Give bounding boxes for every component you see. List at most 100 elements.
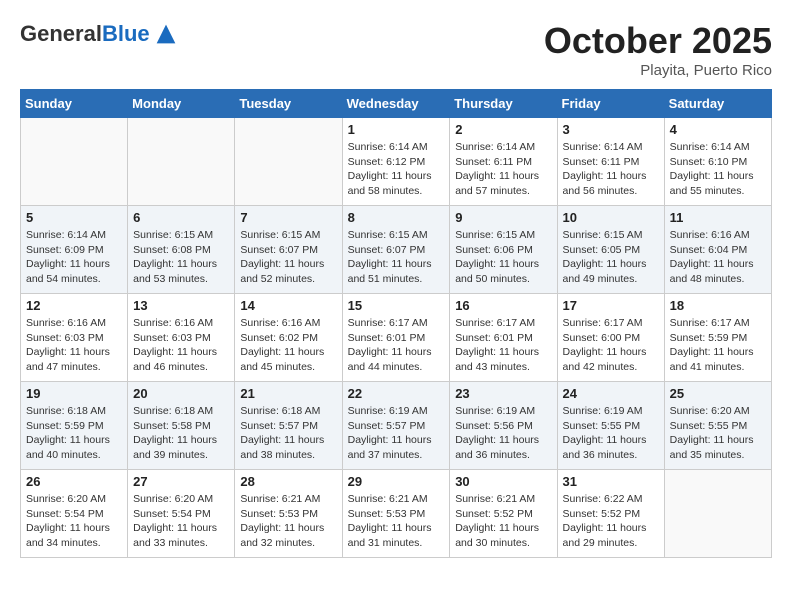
day-info: Sunrise: 6:21 AM Sunset: 5:52 PM Dayligh… — [455, 492, 551, 551]
day-info: Sunrise: 6:14 AM Sunset: 6:11 PM Dayligh… — [563, 140, 659, 199]
day-number: 5 — [26, 210, 122, 225]
calendar-cell: 25 Sunrise: 6:20 AM Sunset: 5:55 PM Dayli… — [664, 382, 771, 470]
day-number: 29 — [348, 474, 445, 489]
day-number: 15 — [348, 298, 445, 313]
weekday-header-wednesday: Wednesday — [342, 90, 450, 118]
day-number: 18 — [670, 298, 766, 313]
day-number: 7 — [240, 210, 336, 225]
calendar-cell: 12 Sunrise: 6:16 AM Sunset: 6:03 PM Dayli… — [21, 294, 128, 382]
day-number: 13 — [133, 298, 229, 313]
day-number: 27 — [133, 474, 229, 489]
day-info: Sunrise: 6:16 AM Sunset: 6:02 PM Dayligh… — [240, 316, 336, 375]
calendar-cell: 2 Sunrise: 6:14 AM Sunset: 6:11 PM Daylig… — [450, 118, 557, 206]
day-number: 14 — [240, 298, 336, 313]
day-info: Sunrise: 6:17 AM Sunset: 6:01 PM Dayligh… — [455, 316, 551, 375]
day-info: Sunrise: 6:15 AM Sunset: 6:06 PM Dayligh… — [455, 228, 551, 287]
day-number: 22 — [348, 386, 445, 401]
day-info: Sunrise: 6:14 AM Sunset: 6:10 PM Dayligh… — [670, 140, 766, 199]
day-info: Sunrise: 6:19 AM Sunset: 5:57 PM Dayligh… — [348, 404, 445, 463]
day-info: Sunrise: 6:16 AM Sunset: 6:04 PM Dayligh… — [670, 228, 766, 287]
day-number: 11 — [670, 210, 766, 225]
calendar-cell: 7 Sunrise: 6:15 AM Sunset: 6:07 PM Daylig… — [235, 206, 342, 294]
calendar-cell: 23 Sunrise: 6:19 AM Sunset: 5:56 PM Dayli… — [450, 382, 557, 470]
calendar-cell: 31 Sunrise: 6:22 AM Sunset: 5:52 PM Dayli… — [557, 470, 664, 558]
calendar-cell: 18Sunrise: 6:17 AM Sunset: 5:59 PM Dayli… — [664, 294, 771, 382]
day-number: 3 — [563, 122, 659, 137]
day-info: Sunrise: 6:15 AM Sunset: 6:07 PM Dayligh… — [348, 228, 445, 287]
day-number: 8 — [348, 210, 445, 225]
page-header: GeneralBlue October 2025 Playita, Puerto… — [20, 20, 772, 79]
day-info: Sunrise: 6:22 AM Sunset: 5:52 PM Dayligh… — [563, 492, 659, 551]
calendar-cell: 26Sunrise: 6:20 AM Sunset: 5:54 PM Dayli… — [21, 470, 128, 558]
calendar-cell: 13Sunrise: 6:16 AM Sunset: 6:03 PM Dayli… — [128, 294, 235, 382]
day-number: 6 — [133, 210, 229, 225]
day-info: Sunrise: 6:14 AM Sunset: 6:09 PM Dayligh… — [26, 228, 122, 287]
day-info: Sunrise: 6:15 AM Sunset: 6:05 PM Dayligh… — [563, 228, 659, 287]
weekday-header-tuesday: Tuesday — [235, 90, 342, 118]
calendar-cell — [128, 118, 235, 206]
calendar-cell: 29 Sunrise: 6:21 AM Sunset: 5:53 PM Dayli… — [342, 470, 450, 558]
logo-blue-text: Blue — [102, 21, 150, 46]
day-info: Sunrise: 6:16 AM Sunset: 6:03 PM Dayligh… — [26, 316, 122, 375]
calendar-week-row: 1 Sunrise: 6:14 AM Sunset: 6:12 PM Daylig… — [21, 118, 772, 206]
calendar-cell — [664, 470, 771, 558]
day-number: 12 — [26, 298, 122, 313]
calendar-cell: 8 Sunrise: 6:15 AM Sunset: 6:07 PM Daylig… — [342, 206, 450, 294]
logo-general-text: General — [20, 21, 102, 46]
day-info: Sunrise: 6:18 AM Sunset: 5:58 PM Dayligh… — [133, 404, 229, 463]
day-number: 20 — [133, 386, 229, 401]
day-info: Sunrise: 6:15 AM Sunset: 6:07 PM Dayligh… — [240, 228, 336, 287]
calendar-body: 1 Sunrise: 6:14 AM Sunset: 6:12 PM Daylig… — [21, 118, 772, 558]
calendar-cell: 21 Sunrise: 6:18 AM Sunset: 5:57 PM Dayli… — [235, 382, 342, 470]
day-info: Sunrise: 6:21 AM Sunset: 5:53 PM Dayligh… — [240, 492, 336, 551]
calendar-week-row: 12 Sunrise: 6:16 AM Sunset: 6:03 PM Dayli… — [21, 294, 772, 382]
weekday-header-monday: Monday — [128, 90, 235, 118]
title-block: October 2025 Playita, Puerto Rico — [544, 20, 772, 79]
calendar-cell: 5 Sunrise: 6:14 AM Sunset: 6:09 PM Daylig… — [21, 206, 128, 294]
calendar-cell: 10 Sunrise: 6:15 AM Sunset: 6:05 PM Dayli… — [557, 206, 664, 294]
day-number: 25 — [670, 386, 766, 401]
day-info: Sunrise: 6:17 AM Sunset: 6:00 PM Dayligh… — [563, 316, 659, 375]
day-info: Sunrise: 6:20 AM Sunset: 5:54 PM Dayligh… — [133, 492, 229, 551]
day-info: Sunrise: 6:19 AM Sunset: 5:56 PM Dayligh… — [455, 404, 551, 463]
day-number: 1 — [348, 122, 445, 137]
calendar-cell: 19 Sunrise: 6:18 AM Sunset: 5:59 PM Dayli… — [21, 382, 128, 470]
calendar-cell — [235, 118, 342, 206]
calendar-cell: 28 Sunrise: 6:21 AM Sunset: 5:53 PM Dayli… — [235, 470, 342, 558]
day-number: 16 — [455, 298, 551, 313]
calendar-header: SundayMondayTuesdayWednesdayThursdayFrid… — [21, 90, 772, 118]
day-number: 19 — [26, 386, 122, 401]
day-info: Sunrise: 6:18 AM Sunset: 5:59 PM Dayligh… — [26, 404, 122, 463]
logo-icon — [152, 20, 180, 48]
day-info: Sunrise: 6:14 AM Sunset: 6:12 PM Dayligh… — [348, 140, 445, 199]
day-number: 31 — [563, 474, 659, 489]
calendar-cell: 14 Sunrise: 6:16 AM Sunset: 6:02 PM Dayli… — [235, 294, 342, 382]
day-info: Sunrise: 6:15 AM Sunset: 6:08 PM Dayligh… — [133, 228, 229, 287]
logo: GeneralBlue — [20, 20, 180, 48]
location: Playita, Puerto Rico — [544, 62, 772, 79]
day-number: 2 — [455, 122, 551, 137]
calendar-cell: 17 Sunrise: 6:17 AM Sunset: 6:00 PM Dayli… — [557, 294, 664, 382]
calendar-cell: 20 Sunrise: 6:18 AM Sunset: 5:58 PM Dayli… — [128, 382, 235, 470]
month-title: October 2025 — [544, 20, 772, 62]
day-info: Sunrise: 6:14 AM Sunset: 6:11 PM Dayligh… — [455, 140, 551, 199]
calendar-cell: 24Sunrise: 6:19 AM Sunset: 5:55 PM Dayli… — [557, 382, 664, 470]
day-info: Sunrise: 6:20 AM Sunset: 5:55 PM Dayligh… — [670, 404, 766, 463]
calendar-week-row: 26Sunrise: 6:20 AM Sunset: 5:54 PM Dayli… — [21, 470, 772, 558]
day-info: Sunrise: 6:20 AM Sunset: 5:54 PM Dayligh… — [26, 492, 122, 551]
calendar-cell: 1 Sunrise: 6:14 AM Sunset: 6:12 PM Daylig… — [342, 118, 450, 206]
calendar-week-row: 5 Sunrise: 6:14 AM Sunset: 6:09 PM Daylig… — [21, 206, 772, 294]
day-number: 30 — [455, 474, 551, 489]
day-number: 23 — [455, 386, 551, 401]
day-number: 28 — [240, 474, 336, 489]
calendar-cell: 9Sunrise: 6:15 AM Sunset: 6:06 PM Daylig… — [450, 206, 557, 294]
day-info: Sunrise: 6:21 AM Sunset: 5:53 PM Dayligh… — [348, 492, 445, 551]
day-info: Sunrise: 6:18 AM Sunset: 5:57 PM Dayligh… — [240, 404, 336, 463]
day-number: 24 — [563, 386, 659, 401]
day-number: 17 — [563, 298, 659, 313]
calendar-table: SundayMondayTuesdayWednesdayThursdayFrid… — [20, 89, 772, 558]
day-number: 10 — [563, 210, 659, 225]
day-number: 21 — [240, 386, 336, 401]
calendar-cell: 15Sunrise: 6:17 AM Sunset: 6:01 PM Dayli… — [342, 294, 450, 382]
calendar-cell: 30 Sunrise: 6:21 AM Sunset: 5:52 PM Dayli… — [450, 470, 557, 558]
